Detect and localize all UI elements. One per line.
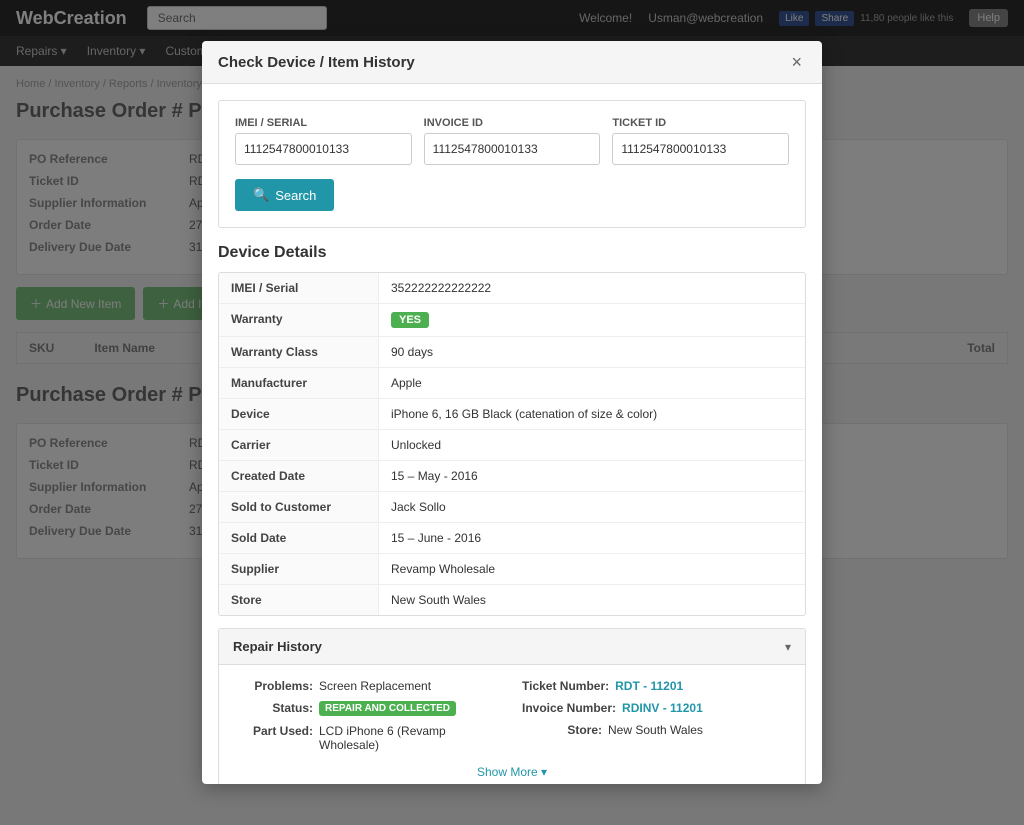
part-used-value: LCD iPhone 6 (Revamp Wholesale): [319, 724, 502, 752]
ticket-input[interactable]: [612, 133, 789, 165]
search-button[interactable]: 🔍 Search: [235, 179, 334, 211]
part-used-label: Part Used:: [233, 724, 313, 738]
detail-row: DeviceiPhone 6, 16 GB Black (catenation …: [219, 399, 805, 430]
search-fields: IMEI / Serial INVOICE ID TICKET ID: [235, 117, 789, 165]
modal-title: Check Device / Item History: [218, 54, 415, 71]
detail-val-1: YES: [379, 304, 805, 336]
invoice-input[interactable]: [424, 133, 601, 165]
repair-left-col: Problems: Screen Replacement Status: REP…: [233, 679, 502, 752]
detail-val-7: Jack Sollo: [379, 492, 805, 522]
repair-right-col: Ticket Number: RDT - 11201 Invoice Numbe…: [522, 679, 791, 752]
detail-val-3: Apple: [379, 368, 805, 398]
invoice-number-row: Invoice Number: RDINV - 11201: [522, 701, 791, 715]
device-details-table: IMEI / Serial352222222222222WarrantyYESW…: [218, 272, 806, 616]
detail-val-8: 15 – June - 2016: [379, 523, 805, 553]
search-section: IMEI / Serial INVOICE ID TICKET ID 🔍 Sea…: [218, 100, 806, 228]
repair-status-row: Status: REPAIR AND COLLECTED: [233, 701, 502, 716]
problems-value: Screen Replacement: [319, 679, 431, 693]
chevron-down-icon: ▾: [785, 640, 791, 654]
repair-history-body: Problems: Screen Replacement Status: REP…: [219, 665, 805, 784]
ticket-number-link[interactable]: RDT - 11201: [615, 679, 683, 693]
repair-grid: Problems: Screen Replacement Status: REP…: [233, 679, 791, 752]
store-value: New South Wales: [608, 723, 703, 737]
detail-key-8: Sold Date: [219, 523, 379, 553]
modal-overlay: Check Device / Item History × IMEI / Ser…: [0, 0, 1024, 825]
modal-body: IMEI / Serial INVOICE ID TICKET ID 🔍 Sea…: [202, 84, 822, 784]
store-label: Store:: [522, 723, 602, 737]
repair-part-row: Part Used: LCD iPhone 6 (Revamp Wholesal…: [233, 724, 502, 752]
status-label: Status:: [233, 701, 313, 715]
detail-val-10: New South Wales: [379, 585, 805, 615]
show-more-section: Show More ▾: [233, 764, 791, 779]
detail-row: ManufacturerApple: [219, 368, 805, 399]
ticket-number-row: Ticket Number: RDT - 11201: [522, 679, 791, 693]
detail-val-9: Revamp Wholesale: [379, 554, 805, 584]
store-row: Store: New South Wales: [522, 723, 791, 737]
ticket-label: TICKET ID: [612, 117, 789, 129]
repair-history-header[interactable]: Repair History ▾: [219, 629, 805, 665]
detail-row: Warranty Class90 days: [219, 337, 805, 368]
imei-field-container: IMEI / Serial: [235, 117, 412, 165]
detail-key-10: Store: [219, 585, 379, 615]
check-device-modal: Check Device / Item History × IMEI / Ser…: [202, 41, 822, 784]
detail-row: Sold to CustomerJack Sollo: [219, 492, 805, 523]
imei-label: IMEI / Serial: [235, 117, 412, 129]
detail-row: SupplierRevamp Wholesale: [219, 554, 805, 585]
detail-val-6: 15 – May - 2016: [379, 461, 805, 491]
detail-key-3: Manufacturer: [219, 368, 379, 398]
detail-key-2: Warranty Class: [219, 337, 379, 367]
detail-val-2: 90 days: [379, 337, 805, 367]
detail-key-4: Device: [219, 399, 379, 429]
device-details-section: Device Details IMEI / Serial352222222222…: [218, 244, 806, 616]
detail-key-6: Created Date: [219, 461, 379, 491]
ticket-number-label: Ticket Number:: [522, 679, 609, 693]
search-icon: 🔍: [253, 187, 269, 203]
detail-key-1: Warranty: [219, 304, 379, 336]
repair-problems-row: Problems: Screen Replacement: [233, 679, 502, 693]
detail-key-7: Sold to Customer: [219, 492, 379, 522]
warranty-badge: YES: [391, 312, 429, 328]
ticket-field-container: TICKET ID: [612, 117, 789, 165]
detail-row: IMEI / Serial352222222222222: [219, 273, 805, 304]
status-badge: REPAIR AND COLLECTED: [319, 701, 456, 716]
invoice-number-link[interactable]: RDINV - 11201: [622, 701, 703, 715]
invoice-field-container: INVOICE ID: [424, 117, 601, 165]
detail-key-5: Carrier: [219, 430, 379, 460]
imei-input[interactable]: [235, 133, 412, 165]
detail-row: StoreNew South Wales: [219, 585, 805, 615]
detail-row: Created Date15 – May - 2016: [219, 461, 805, 492]
detail-key-9: Supplier: [219, 554, 379, 584]
detail-val-4: iPhone 6, 16 GB Black (catenation of siz…: [379, 399, 805, 429]
detail-row: Sold Date15 – June - 2016: [219, 523, 805, 554]
invoice-label: INVOICE ID: [424, 117, 601, 129]
problems-label: Problems:: [233, 679, 313, 693]
detail-row: CarrierUnlocked: [219, 430, 805, 461]
show-more-link[interactable]: Show More ▾: [477, 765, 547, 779]
repair-history-section: Repair History ▾ Problems: Screen Replac…: [218, 628, 806, 784]
modal-close-button[interactable]: ×: [787, 53, 806, 71]
detail-row: Warranty YES: [219, 304, 805, 337]
detail-val-5: Unlocked: [379, 430, 805, 460]
modal-header: Check Device / Item History ×: [202, 41, 822, 84]
detail-key-0: IMEI / Serial: [219, 273, 379, 303]
invoice-number-label: Invoice Number:: [522, 701, 616, 715]
device-details-title: Device Details: [218, 244, 806, 262]
repair-history-title: Repair History: [233, 639, 322, 654]
detail-val-0: 352222222222222: [379, 273, 805, 303]
